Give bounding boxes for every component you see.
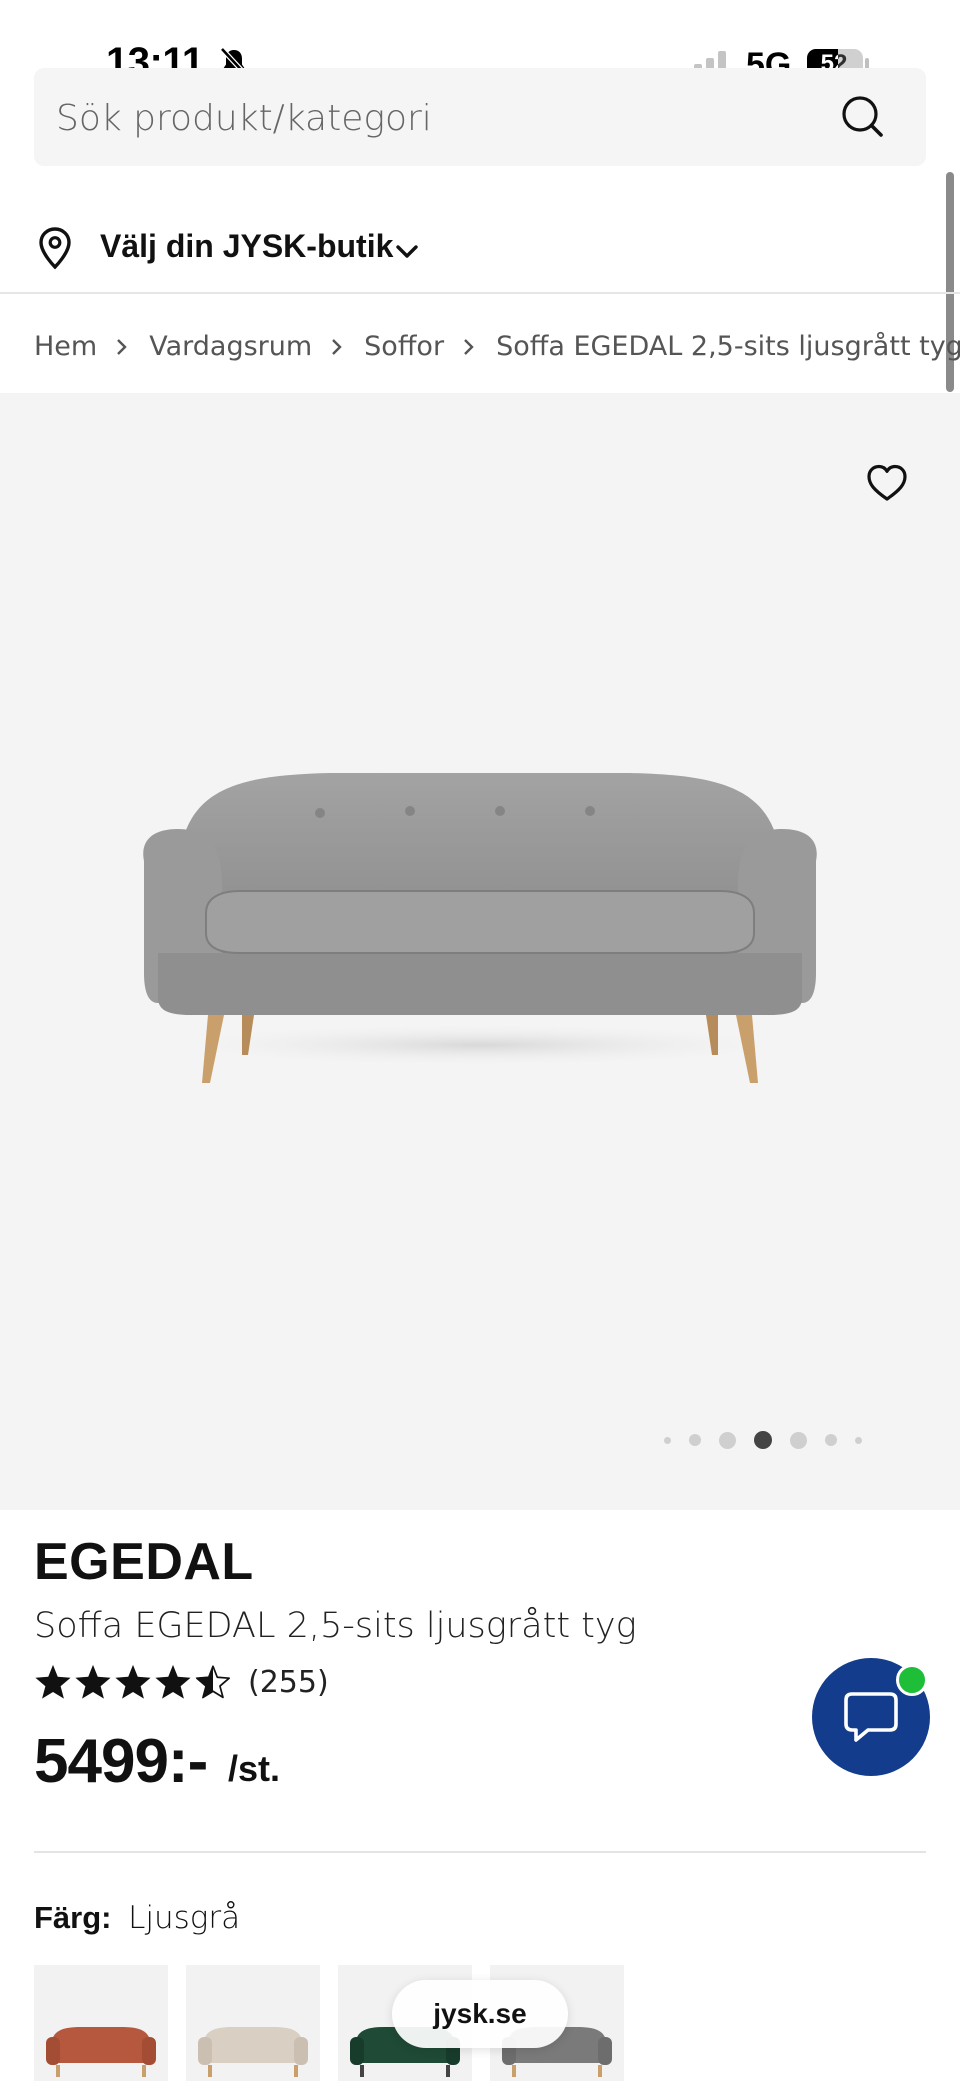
chevron-right-icon xyxy=(97,333,149,359)
breadcrumb: Hem Vardagsrum Soffor Soffa EGEDAL 2,5-s… xyxy=(34,326,960,366)
gallery-dot[interactable] xyxy=(689,1434,701,1446)
product-image-gallery[interactable] xyxy=(0,393,960,1510)
sofa-image xyxy=(143,773,817,1083)
store-label: Välj din JYSK-butik xyxy=(100,228,394,264)
browser-url-bar[interactable]: jysk.se xyxy=(392,1980,568,2048)
swatch-rust[interactable] xyxy=(34,1965,168,2081)
breadcrumb-item-vardagsrum[interactable]: Vardagsrum xyxy=(149,331,312,362)
star-half-icon xyxy=(195,1664,231,1699)
breadcrumb-item-soffor[interactable]: Soffor xyxy=(364,331,444,362)
product-brand: EGEDAL xyxy=(34,1533,254,1591)
gallery-dot-active[interactable] xyxy=(754,1431,772,1449)
gallery-dot[interactable] xyxy=(855,1436,862,1444)
sofa-thumbnail-rust xyxy=(46,2027,156,2077)
star-full-icon xyxy=(35,1664,71,1699)
gallery-dot[interactable] xyxy=(719,1431,736,1449)
star-full-icon xyxy=(75,1664,111,1699)
star-full-icon xyxy=(115,1664,151,1699)
sofa-thumbnail-beige xyxy=(198,2027,308,2077)
chevron-down-icon xyxy=(396,245,418,258)
chevron-right-icon xyxy=(444,333,496,359)
heart-icon[interactable] xyxy=(866,463,908,503)
divider xyxy=(34,1851,926,1853)
product-price: 5499:- xyxy=(34,1727,208,1796)
search-icon[interactable] xyxy=(840,94,884,138)
online-indicator xyxy=(896,1664,928,1696)
color-label: Färg: xyxy=(34,1900,112,1935)
store-selector[interactable]: Välj din JYSK-butik xyxy=(0,210,960,294)
star-full-icon xyxy=(155,1664,191,1699)
gallery-dot[interactable] xyxy=(790,1431,807,1449)
color-selector: Färg: Ljusgrå xyxy=(34,1900,240,1936)
breadcrumb-item-current: Soffa EGEDAL 2,5-sits ljusgrått tyg xyxy=(496,330,960,362)
gallery-dot[interactable] xyxy=(825,1434,837,1446)
search-placeholder: Sök produkt/kategori xyxy=(56,98,432,139)
swatch-beige[interactable] xyxy=(186,1965,320,2081)
gallery-pagination xyxy=(664,1427,862,1453)
search-input[interactable]: Sök produkt/kategori xyxy=(34,68,926,166)
chevron-right-icon xyxy=(312,333,364,359)
gallery-dot[interactable] xyxy=(664,1436,671,1444)
chat-bubble-icon xyxy=(844,1692,898,1742)
location-pin-icon xyxy=(39,227,71,270)
review-count: (255) xyxy=(248,1664,329,1700)
product-name: Soffa EGEDAL 2,5-sits ljusgrått tyg xyxy=(34,1606,637,1646)
price-unit: /st. xyxy=(228,1748,281,1789)
product-rating[interactable]: (255) xyxy=(34,1662,329,1702)
breadcrumb-item-hem[interactable]: Hem xyxy=(34,331,97,362)
color-value: Ljusgrå xyxy=(128,1900,241,1936)
